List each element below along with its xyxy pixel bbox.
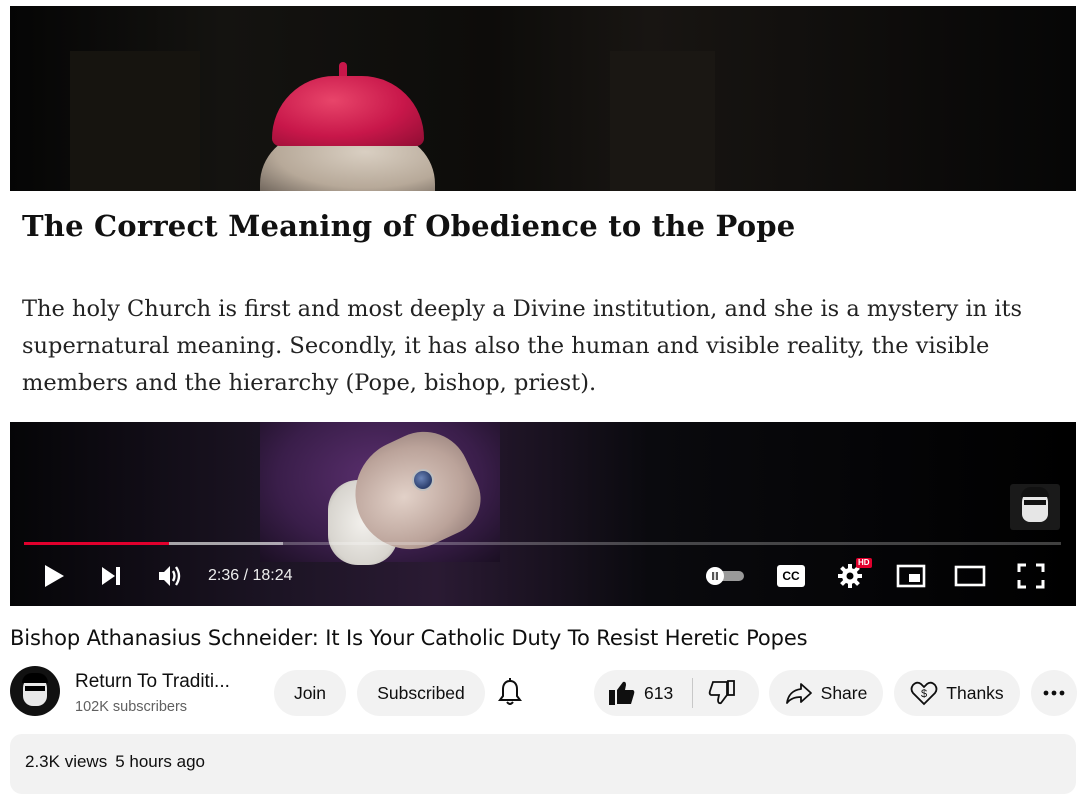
thanks-heart-dollar-icon: $: [910, 680, 938, 706]
captions-button[interactable]: CC: [774, 554, 808, 598]
description-box[interactable]: 2.3K views 5 hours ago: [10, 734, 1076, 794]
progress-bar[interactable]: [24, 542, 1061, 545]
share-button[interactable]: Share: [769, 670, 883, 716]
view-count: 2.3K views: [25, 752, 108, 771]
red-zucchetto: [272, 76, 424, 146]
share-label: Share: [820, 682, 868, 703]
notification-bell-icon[interactable]: [496, 678, 524, 708]
upload-age: 5 hours ago: [115, 752, 205, 771]
fullscreen-icon[interactable]: [1014, 554, 1048, 598]
play-icon[interactable]: [36, 554, 72, 598]
video-text-overlay: The Correct Meaning of Obedience to the …: [10, 191, 1076, 422]
like-dislike-group: 613: [594, 670, 759, 716]
autoplay-toggle-icon[interactable]: [703, 554, 747, 598]
progress-played: [24, 542, 170, 545]
volume-icon[interactable]: [154, 554, 186, 598]
overlay-body: The holy Church is first and most deeply…: [22, 296, 1023, 396]
channel-name[interactable]: Return To Traditi...: [75, 671, 245, 693]
like-divider: [692, 678, 693, 708]
video-title: Bishop Athanasius Schneider: It Is Your …: [10, 626, 808, 650]
player-controls: 2:36 / 18:24 CC HD: [10, 554, 1076, 598]
video-frame-top: [10, 6, 1076, 194]
hd-badge: HD: [856, 558, 872, 568]
background-pillar: [70, 51, 200, 191]
more-actions-button[interactable]: [1031, 670, 1077, 716]
subscribed-button[interactable]: Subscribed: [357, 670, 485, 716]
join-button[interactable]: Join: [274, 670, 346, 716]
share-icon: [785, 681, 813, 705]
subscriber-count: 102K subscribers: [75, 699, 188, 715]
overlay-title: The Correct Meaning of Obedience to the …: [22, 209, 796, 243]
time-display: 2:36 / 18:24: [208, 567, 293, 584]
svg-text:$: $: [921, 688, 927, 700]
miniplayer-icon[interactable]: [894, 554, 928, 598]
thanks-button[interactable]: $ Thanks: [894, 670, 1020, 716]
channel-avatar[interactable]: [10, 666, 60, 716]
next-icon[interactable]: [96, 554, 126, 598]
dislike-icon[interactable]: [708, 680, 736, 706]
channel-watermark[interactable]: [1010, 484, 1060, 530]
cc-icon: CC: [777, 565, 805, 587]
like-icon[interactable]: [608, 680, 636, 706]
thanks-label: Thanks: [946, 682, 1004, 703]
description-stats: 2.3K views 5 hours ago: [25, 752, 205, 772]
theater-icon[interactable]: [952, 554, 988, 598]
episcopal-ring: [412, 469, 434, 491]
like-count: 613: [644, 683, 674, 703]
settings-gear-icon[interactable]: HD: [832, 554, 872, 598]
background-pillar: [610, 51, 715, 191]
more-dots-icon: [1043, 690, 1065, 696]
video-player[interactable]: The Correct Meaning of Obedience to the …: [10, 6, 1076, 606]
